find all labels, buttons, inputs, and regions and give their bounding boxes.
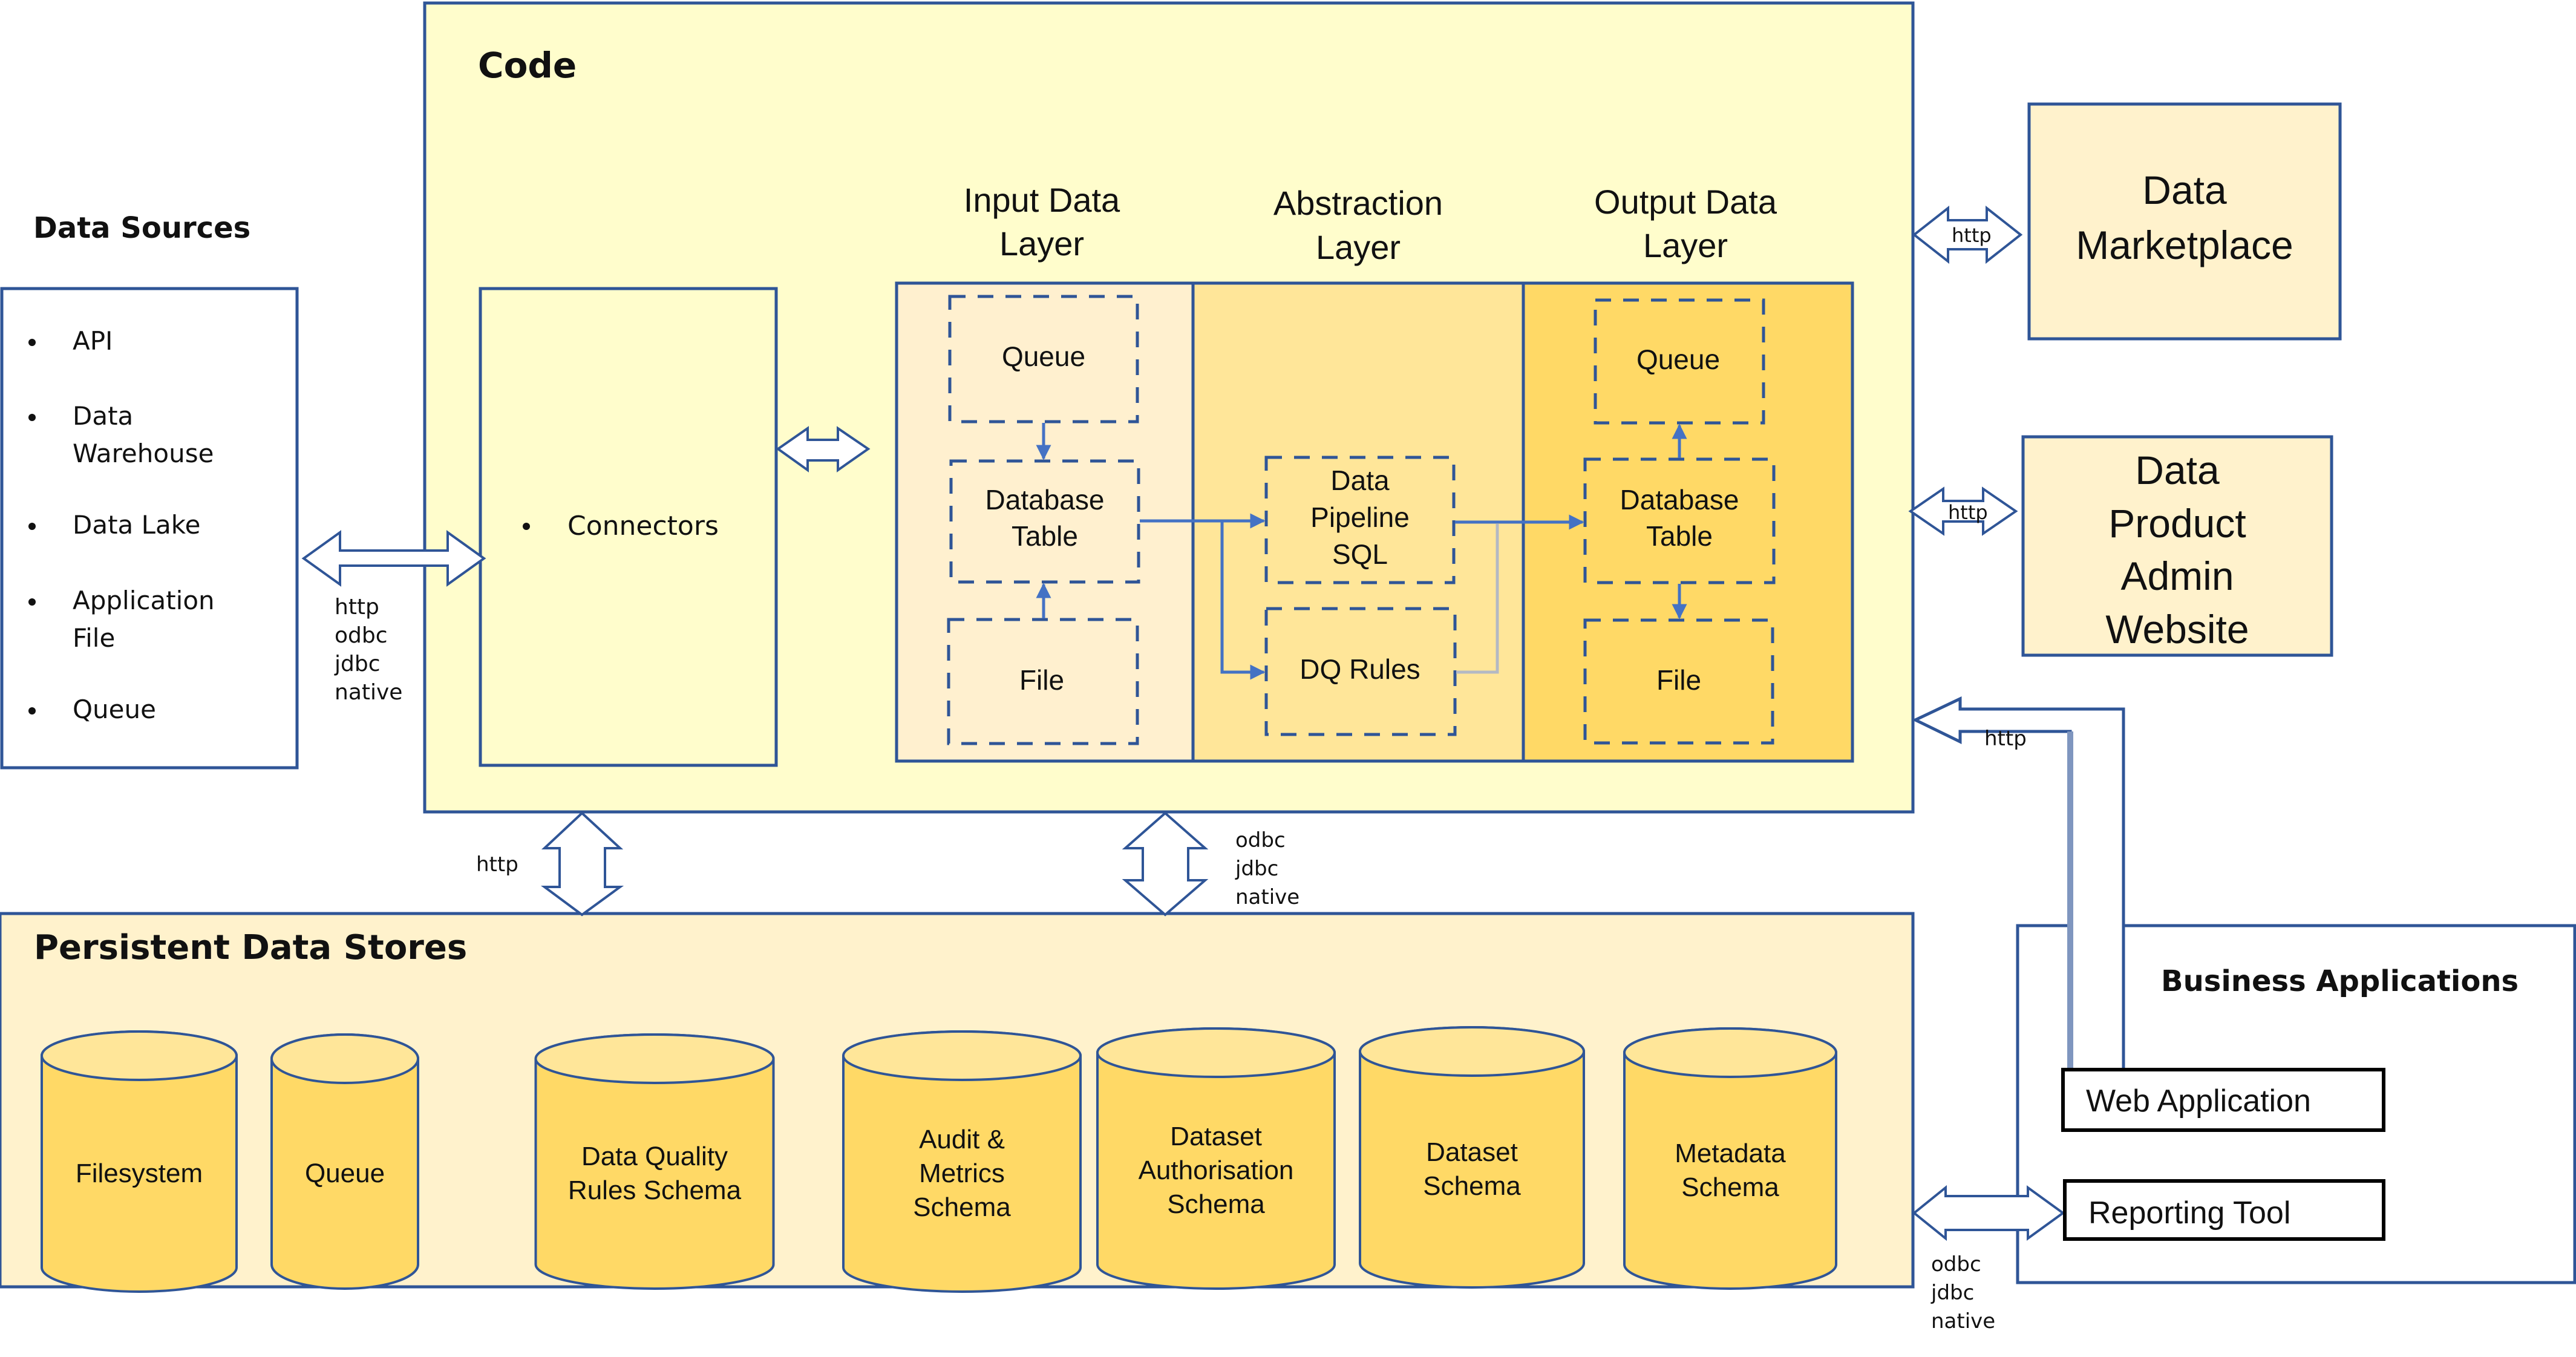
- svg-text:File: File: [73, 623, 115, 653]
- svg-text:http: http: [1984, 727, 2027, 751]
- data-sources-panel: Data Sources API Data Warehouse Data Lak…: [0, 211, 299, 770]
- cylinder-top: [270, 1033, 419, 1084]
- bullet-icon: [28, 523, 36, 530]
- cylinder-top: [41, 1030, 238, 1081]
- connectors-label: Connectors: [567, 511, 719, 541]
- cylinder-top: [1623, 1027, 1837, 1078]
- svg-text:Queue: Queue: [1002, 341, 1085, 372]
- cylinder-label: Schema: [913, 1192, 1011, 1222]
- cylinder-label: Rules Schema: [568, 1176, 742, 1205]
- cylinder-label: Authorisation: [1139, 1156, 1294, 1185]
- svg-text:Application: Application: [73, 586, 215, 615]
- svg-text:http: http: [1952, 224, 1992, 247]
- svg-text:API: API: [73, 326, 113, 356]
- web-application-box[interactable]: Web Application: [2061, 1068, 2385, 1132]
- svg-text:native: native: [335, 680, 402, 705]
- cylinder-label: Audit &: [919, 1125, 1005, 1154]
- cylinder-label: Schema: [1423, 1171, 1521, 1201]
- cylinder-label: Metrics: [919, 1159, 1005, 1188]
- cylinder-label: Schema: [1167, 1189, 1265, 1219]
- store-cylinder-audit-metrics-schema[interactable]: Audit & Metrics Schema: [842, 1030, 1082, 1293]
- store-cylinder-metadata-schema[interactable]: Metadata Schema: [1623, 1027, 1837, 1290]
- business-applications-title: Business Applications: [2161, 964, 2519, 998]
- svg-text:odbc: odbc: [1931, 1252, 1981, 1277]
- cylinder-label: Schema: [1681, 1172, 1779, 1202]
- cylinder-label: Dataset: [1426, 1137, 1518, 1167]
- svg-text:http: http: [335, 595, 379, 620]
- svg-text:odbc: odbc: [335, 623, 388, 648]
- svg-text:Website: Website: [2105, 607, 2249, 652]
- svg-text:native: native: [1235, 885, 1299, 909]
- svg-text:Queue: Queue: [73, 695, 156, 724]
- svg-text:DQ Rules: DQ Rules: [1299, 653, 1420, 685]
- svg-text:Data: Data: [1330, 465, 1390, 496]
- input-layer-title-2: Layer: [999, 224, 1084, 263]
- store-cylinder-dataset-schema[interactable]: Dataset Schema: [1359, 1026, 1585, 1289]
- admin-site-arrow: http: [1908, 486, 2018, 536]
- svg-text:Admin: Admin: [2120, 554, 2234, 598]
- code-stores-odbc-arrow: odbc jdbc native: [1122, 811, 1299, 917]
- svg-text:Table: Table: [1646, 520, 1713, 552]
- svg-text:Data Lake: Data Lake: [73, 510, 200, 540]
- svg-text:Queue: Queue: [1636, 344, 1720, 375]
- svg-text:SQL: SQL: [1332, 538, 1388, 570]
- bullet-icon: [28, 598, 36, 606]
- svg-text:Data: Data: [2135, 448, 2220, 492]
- svg-text:http: http: [1948, 501, 1988, 524]
- svg-text:Database: Database: [1620, 484, 1739, 515]
- svg-text:Web Application: Web Application: [2086, 1084, 2311, 1119]
- input-layer-title-1: Input Data: [964, 181, 1120, 219]
- code-stores-http-arrow: http: [476, 811, 624, 917]
- cylinder-label: Filesystem: [76, 1159, 203, 1188]
- cylinder-label: Metadata: [1675, 1139, 1786, 1168]
- svg-text:jdbc: jdbc: [1930, 1281, 1974, 1305]
- data-marketplace-box[interactable]: Data Marketplace: [2027, 102, 2342, 341]
- svg-text:odbc: odbc: [1235, 828, 1286, 852]
- data-sources-title: Data Sources: [33, 211, 250, 245]
- svg-text:Data: Data: [2142, 168, 2227, 212]
- store-cylinder-queue[interactable]: Queue: [270, 1033, 419, 1290]
- abstraction-layer-title-2: Layer: [1316, 228, 1401, 266]
- cylinder-top: [534, 1033, 775, 1084]
- cylinder-label: Queue: [305, 1159, 385, 1188]
- marketplace-arrow: http: [1912, 205, 2023, 264]
- reporting-tool-box[interactable]: Reporting Tool: [2063, 1179, 2385, 1241]
- bullet-icon: [28, 339, 36, 346]
- svg-text:jdbc: jdbc: [334, 652, 381, 676]
- svg-text:Database: Database: [986, 484, 1105, 515]
- persistent-stores-title: Persistent Data Stores: [34, 928, 467, 967]
- cylinder-label: Dataset: [1170, 1122, 1262, 1151]
- cylinder-label: Data Quality: [581, 1142, 728, 1171]
- svg-text:File: File: [1656, 664, 1701, 696]
- svg-text:http: http: [476, 852, 518, 877]
- svg-text:Data: Data: [73, 401, 133, 431]
- bullet-icon: [523, 523, 530, 530]
- output-layer-title-2: Layer: [1643, 226, 1728, 264]
- store-cylinders: Filesystem Queue Data Quality Rules Schema A…: [41, 1026, 1837, 1293]
- code-title: Code: [478, 45, 577, 86]
- cylinder-top: [1359, 1026, 1585, 1077]
- svg-text:File: File: [1019, 664, 1064, 696]
- svg-text:Pipeline: Pipeline: [1310, 502, 1410, 533]
- svg-text:Table: Table: [1012, 520, 1078, 552]
- svg-text:jdbc: jdbc: [1235, 857, 1278, 881]
- data-product-admin-website-box[interactable]: Data Product Admin Website: [2021, 435, 2333, 657]
- svg-text:Warehouse: Warehouse: [73, 439, 214, 468]
- output-layer-title-1: Output Data: [1594, 183, 1777, 221]
- bullet-icon: [28, 707, 36, 714]
- svg-text:Marketplace: Marketplace: [2076, 223, 2293, 267]
- store-cylinder-dataset-authorisation-schema[interactable]: Dataset Authorisation Schema: [1096, 1027, 1336, 1290]
- cylinder-top: [1096, 1027, 1336, 1078]
- bullet-icon: [28, 414, 36, 421]
- svg-text:Reporting Tool: Reporting Tool: [2088, 1195, 2290, 1231]
- connectors-box[interactable]: Connectors: [479, 287, 778, 767]
- svg-text:Product: Product: [2108, 501, 2246, 546]
- architecture-diagram: Code Connectors Input Data Layer Abstrac…: [0, 1, 2576, 1333]
- store-cylinder-filesystem[interactable]: Filesystem: [41, 1030, 238, 1293]
- cylinder-top: [842, 1030, 1082, 1081]
- store-cylinder-data-quality-rules-schema[interactable]: Data Quality Rules Schema: [534, 1033, 775, 1290]
- svg-text:native: native: [1931, 1309, 1995, 1333]
- abstraction-layer-title-1: Abstraction: [1273, 184, 1443, 222]
